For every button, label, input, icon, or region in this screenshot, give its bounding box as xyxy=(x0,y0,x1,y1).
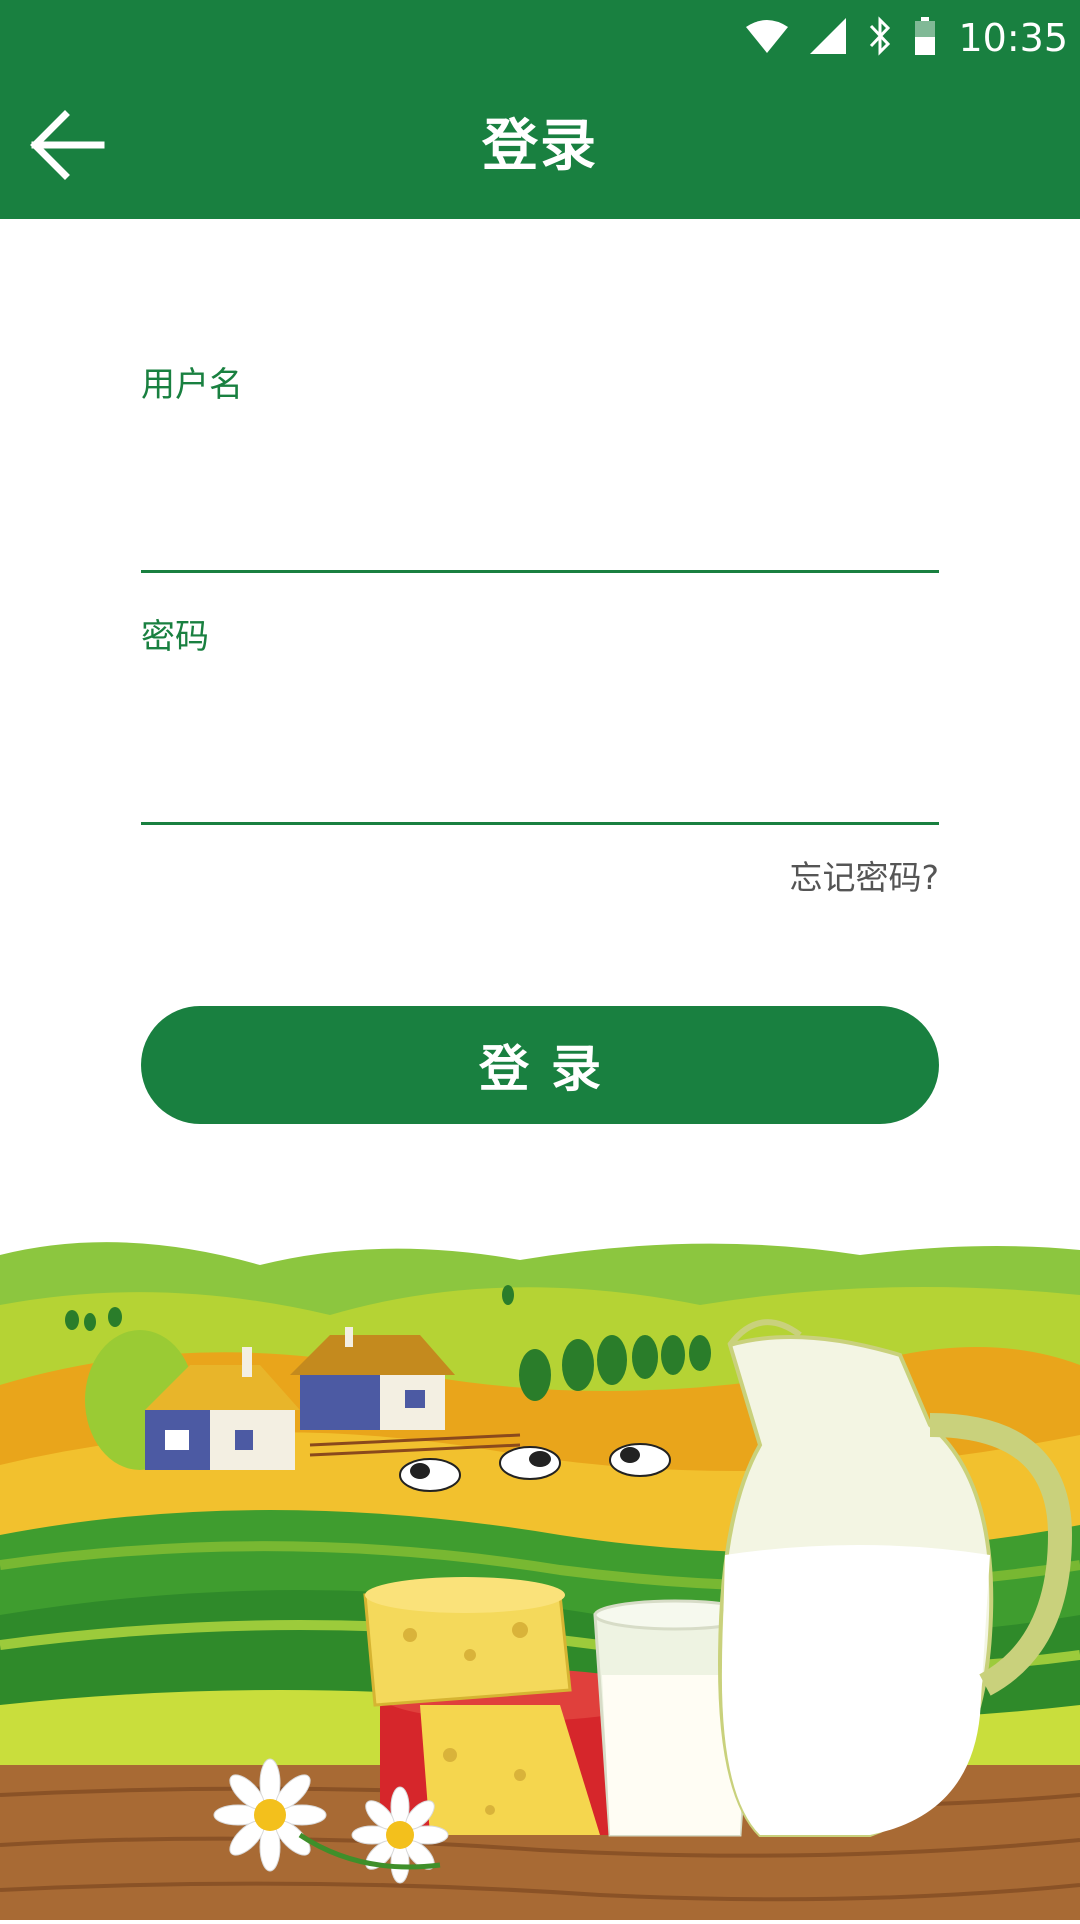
app-bar: 登录 xyxy=(0,75,1080,219)
page-title: 登录 xyxy=(482,114,598,179)
bluetooth-icon xyxy=(868,16,892,60)
battery-icon xyxy=(914,17,936,59)
password-field[interactable] xyxy=(141,735,939,825)
status-icons: 10:35 xyxy=(746,14,1068,62)
wifi-icon xyxy=(746,19,789,57)
password-label: 密码 xyxy=(141,617,209,657)
status-time: 10:35 xyxy=(958,16,1068,60)
status-bar: 10:35 xyxy=(0,0,1080,75)
signal-icon xyxy=(810,18,847,58)
login-button[interactable]: 登录 xyxy=(141,1006,939,1124)
username-label: 用户名 xyxy=(141,365,243,405)
username-field[interactable] xyxy=(141,483,939,573)
farm-dairy-illustration xyxy=(0,1235,1080,1920)
forgot-password-link[interactable]: 忘记密码? xyxy=(789,858,939,898)
arrow-left-icon xyxy=(29,107,105,187)
back-button[interactable] xyxy=(22,105,112,189)
